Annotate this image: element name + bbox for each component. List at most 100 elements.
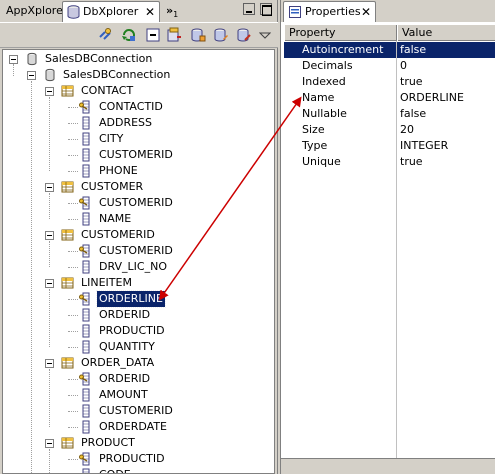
property-row[interactable]: Autoincrement false [284, 42, 495, 58]
tree-node-column[interactable]: CONTACTID [3, 99, 273, 115]
tree-node-label: ORDER_DATA [81, 356, 155, 369]
property-value[interactable]: false [397, 42, 495, 58]
tree-node-table[interactable]: ORDER_DATA [3, 355, 273, 371]
database-tree[interactable]: SalesDBConnection SalesDBConnection CONTAC… [2, 49, 275, 474]
properties-tab-bar: Properties ✕ [281, 0, 495, 22]
tree-node-column[interactable]: ORDERID [3, 307, 273, 323]
close-icon[interactable]: ✕ [361, 5, 371, 19]
tree-node-label: CUSTOMERID [99, 244, 173, 257]
tree-node-column[interactable]: DRV_LIC_NO [3, 259, 273, 275]
property-value[interactable]: true [397, 74, 495, 90]
property-key: Size [302, 123, 325, 136]
tree-node-column[interactable]: QUANTITY [3, 339, 273, 355]
collapse-toggle-icon[interactable] [9, 55, 18, 64]
column-icon [79, 164, 93, 178]
collapse-toggle-icon[interactable] [45, 279, 54, 288]
collapse-toggle-icon[interactable] [45, 439, 54, 448]
connection-icon[interactable] [166, 27, 182, 43]
tab-appxplorer[interactable]: AppXplorer [2, 1, 67, 22]
tree-node-label: LINEITEM [81, 276, 132, 289]
tree-node-root[interactable]: SalesDBConnection [3, 51, 273, 67]
column-header-property[interactable]: Property [284, 25, 397, 41]
collapse-toggle-icon[interactable] [45, 231, 54, 240]
tree-node-connection[interactable]: SalesDBConnection [3, 67, 273, 83]
database-icon [43, 68, 57, 82]
tree-node-label: ORDERLINE [96, 290, 166, 308]
property-row[interactable]: Indexed true [284, 74, 495, 90]
tree-node-column[interactable]: PRODUCTID [3, 451, 273, 467]
tree-node-table[interactable]: CUSTOMER [3, 179, 273, 195]
tree-node-column[interactable]: NAME [3, 211, 273, 227]
collapse-toggle-icon[interactable] [45, 359, 54, 368]
tree-node-label: CUSTOMERID [99, 196, 173, 209]
tree-node-column[interactable]: ORDERID [3, 371, 273, 387]
property-value[interactable]: true [397, 154, 495, 170]
tree-node-column[interactable]: AMOUNT [3, 387, 273, 403]
property-value[interactable]: ORDERLINE [397, 90, 495, 106]
tree-guide-line [31, 81, 32, 473]
property-key: Type [302, 139, 328, 152]
tree-node-label: CITY [99, 132, 124, 145]
tree-node-column[interactable]: PHONE [3, 163, 273, 179]
tree-node-column[interactable]: CUSTOMERID [3, 243, 273, 259]
tree-node-column[interactable]: ORDERDATE [3, 419, 273, 435]
table-icon [61, 356, 75, 370]
tree-node-column[interactable]: CUSTOMERID [3, 195, 273, 211]
tab-overflow-chevron[interactable]: »1 [162, 1, 182, 22]
close-icon[interactable]: ✕ [145, 5, 155, 19]
tab-dbxplorer[interactable]: DbXplorer ✕ [62, 1, 160, 22]
collapse-toggle-icon[interactable] [45, 183, 54, 192]
column-icon [79, 260, 93, 274]
tree-guide-line [49, 449, 50, 473]
column-icon [79, 420, 93, 434]
property-value[interactable]: 20 [397, 122, 495, 138]
tree-node-column[interactable]: CITY [3, 131, 273, 147]
new-column-icon[interactable] [213, 27, 229, 43]
collapse-all-icon[interactable] [145, 27, 161, 43]
tree-node-table[interactable]: CONTACT [3, 83, 273, 99]
tree-guide-line [13, 64, 14, 76]
new-table-icon[interactable] [190, 27, 206, 43]
tree-node-label: DRV_LIC_NO [99, 260, 167, 273]
tree-node-label: PRODUCTID [99, 452, 165, 465]
tree-node-column[interactable]: CODE [3, 467, 273, 473]
column-icon [79, 148, 93, 162]
property-row[interactable]: Nullable false [284, 106, 495, 122]
key-column-icon [79, 196, 93, 210]
view-menu-chevron-down-icon[interactable] [259, 27, 271, 43]
property-row[interactable]: Size 20 [284, 122, 495, 138]
edit-icon[interactable] [236, 27, 252, 43]
tree-node-label: ORDERID [99, 372, 151, 385]
property-value[interactable]: false [397, 106, 495, 122]
property-value[interactable]: INTEGER [397, 138, 495, 154]
property-value[interactable]: 0 [397, 58, 495, 74]
link-with-editor-icon[interactable] [98, 27, 114, 43]
collapse-toggle-icon[interactable] [45, 87, 54, 96]
column-icon [79, 404, 93, 418]
property-key: Unique [302, 155, 341, 168]
property-row[interactable]: Unique true [284, 154, 495, 170]
maximize-button[interactable] [260, 3, 272, 16]
tree-node-column[interactable]: ORDERLINE [3, 290, 273, 308]
table-icon [61, 228, 75, 242]
view-tab-bar: AppXplorer DbXplorer ✕ »1 [0, 0, 277, 22]
tree-node-label: ADDRESS [99, 116, 153, 129]
column-icon [79, 308, 93, 322]
tree-node-table[interactable]: PRODUCT [3, 435, 273, 451]
minimize-button[interactable] [243, 3, 255, 15]
tree-node-column[interactable]: CUSTOMERID [3, 403, 273, 419]
tree-node-column[interactable]: CUSTOMERID [3, 147, 273, 163]
column-header-value[interactable]: Value [397, 25, 495, 41]
property-row[interactable]: Decimals 0 [284, 58, 495, 74]
property-row[interactable]: Name ORDERLINE [284, 90, 495, 106]
properties-view: Properties ✕ Property Value Autoincremen… [280, 0, 495, 474]
property-row[interactable]: Type INTEGER [284, 138, 495, 154]
tree-node-column[interactable]: ADDRESS [3, 115, 273, 131]
tab-properties[interactable]: Properties ✕ [283, 1, 376, 22]
tree-node-column[interactable]: PRODUCTID [3, 323, 273, 339]
tree-node-table[interactable]: LINEITEM [3, 275, 273, 291]
tree-node-table[interactable]: CUSTOMERID [3, 227, 273, 243]
refresh-icon[interactable] [121, 27, 137, 43]
collapse-toggle-icon[interactable] [27, 71, 36, 80]
tree-guide-line [49, 289, 50, 347]
